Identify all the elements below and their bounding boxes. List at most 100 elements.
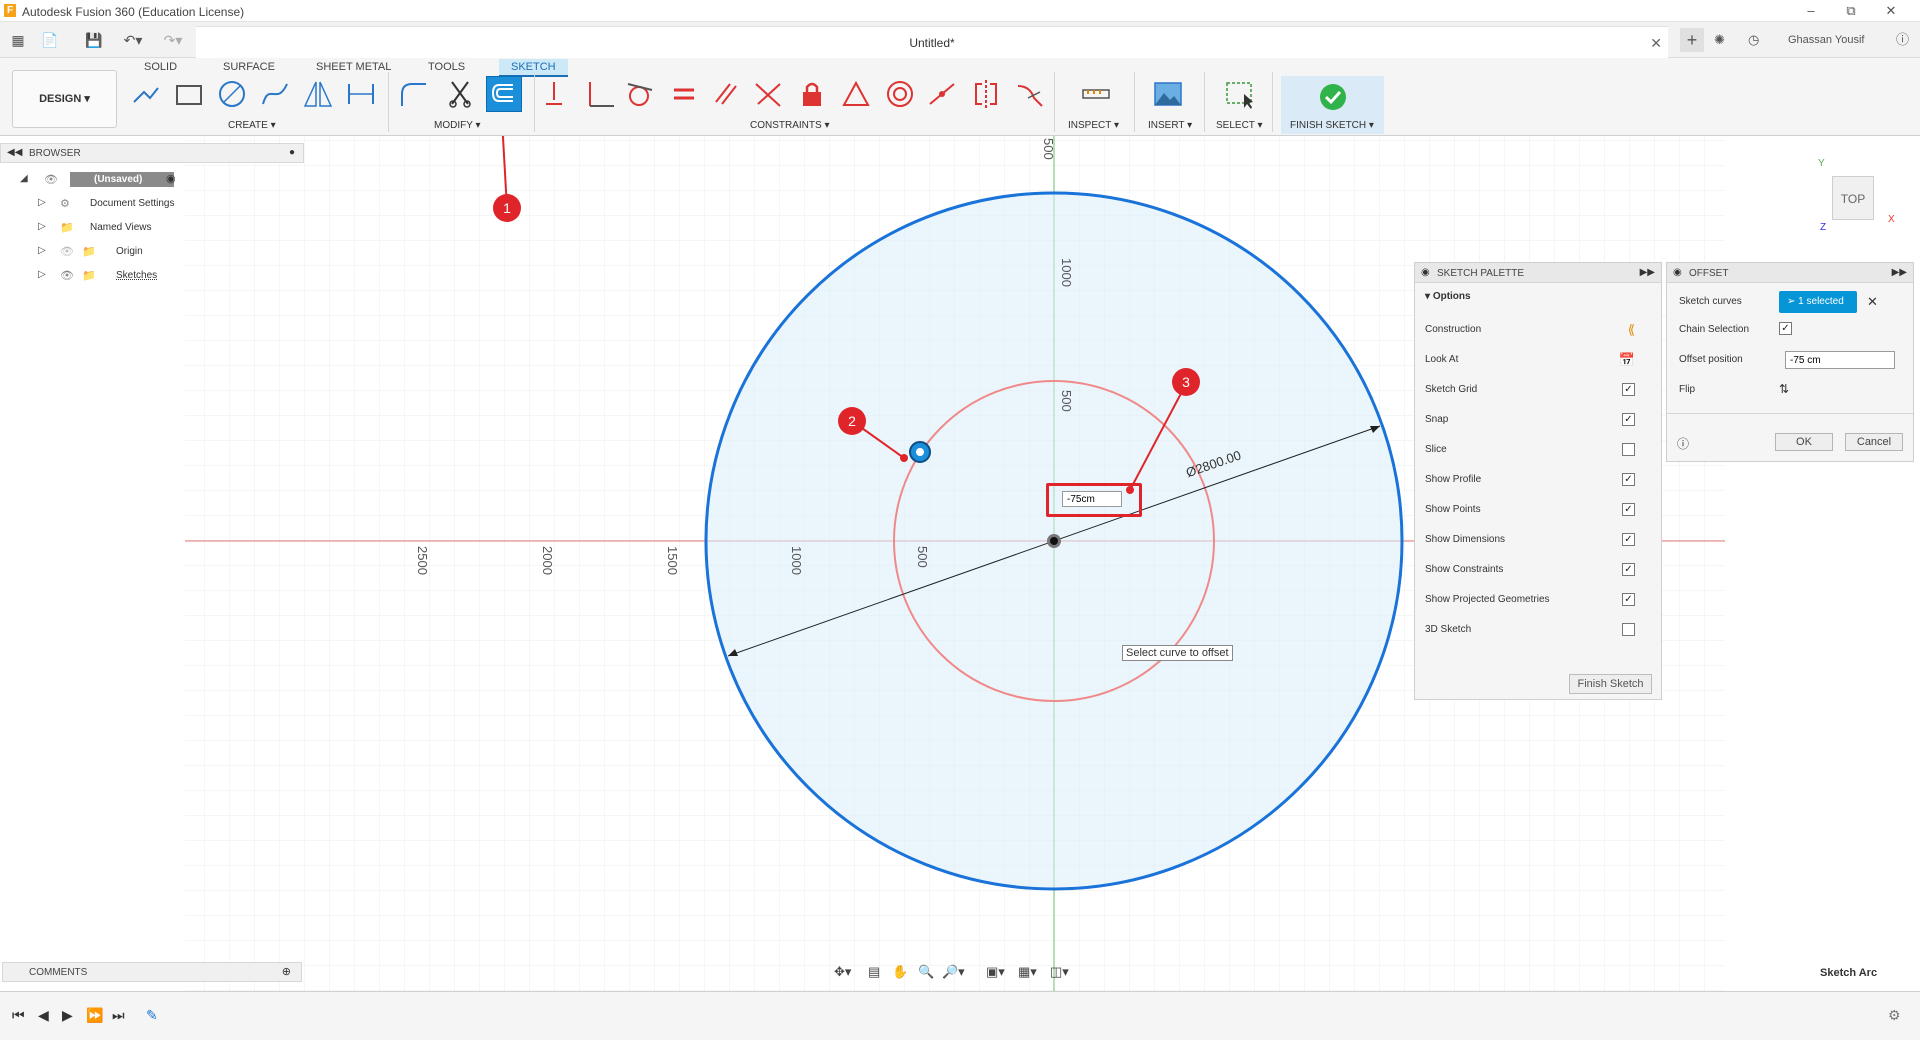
browser-item-origin[interactable]: ▷ 👁 📁 Origin (20, 242, 190, 262)
browser-item-named-views[interactable]: ▷ 📁 Named Views (20, 218, 190, 238)
circle-tool-icon[interactable] (216, 78, 248, 110)
slice-checkbox[interactable] (1622, 443, 1635, 456)
offset-dialog-header[interactable]: ◉ OFFSET ▶▶ (1667, 263, 1913, 283)
palette-option-show-dimensions[interactable]: Show Dimensions ✓ (1425, 531, 1653, 551)
palette-option-look-at[interactable]: Look At 📅 (1425, 351, 1653, 371)
minimize-button[interactable]: – (1796, 2, 1826, 20)
snap-checkbox[interactable]: ✓ (1622, 413, 1635, 426)
trim-tool-icon[interactable] (444, 78, 476, 110)
timeline-sketch-feature-icon[interactable]: ✎ (146, 1007, 158, 1024)
palette-option-show-profile[interactable]: Show Profile ✓ (1425, 471, 1653, 491)
comments-panel[interactable]: COMMENTS ⊕ (2, 962, 302, 982)
document-tab[interactable]: Untitled* ✕ (196, 26, 1668, 58)
browser-root[interactable]: ◢ 👁 (Unsaved) ◉ (20, 170, 290, 190)
sketch-grid-checkbox[interactable]: ✓ (1622, 383, 1635, 396)
hidden-eye-icon[interactable]: 👁 (60, 245, 74, 258)
fix-constraint-icon[interactable] (796, 78, 828, 110)
show-points-checkbox[interactable]: ✓ (1622, 503, 1635, 516)
visibility-eye-icon[interactable]: 👁 (44, 173, 58, 186)
insert-image-icon[interactable] (1152, 78, 1184, 110)
mirror-tool-icon[interactable] (302, 78, 334, 110)
flip-icon[interactable]: ⇅ (1779, 382, 1789, 396)
collapse-browser-icon[interactable]: ◀◀ (7, 147, 22, 158)
palette-expand-icon[interactable]: ▶▶ (1640, 267, 1655, 278)
display-settings-icon[interactable]: ▣▾ (986, 964, 1005, 980)
orbit-icon[interactable]: ✥▾ (834, 964, 851, 980)
dialog-pin-icon[interactable]: ◉ (1673, 267, 1682, 278)
palette-pin-icon[interactable]: ◉ (1421, 267, 1430, 278)
viewports-icon[interactable]: ◫▾ (1050, 964, 1069, 980)
dimension-tool-icon[interactable] (345, 78, 377, 110)
construction-icon[interactable]: ⟪ (1628, 322, 1635, 338)
sketch-curves-selection-button[interactable]: ➢ 1 selected (1779, 291, 1857, 313)
palette-option-show-points[interactable]: Show Points ✓ (1425, 501, 1653, 521)
equal-constraint-icon[interactable] (668, 78, 700, 110)
clear-selection-icon[interactable]: ✕ (1867, 294, 1878, 310)
constraints-group-label[interactable]: CONSTRAINTS ▾ (750, 120, 829, 131)
play-icon[interactable]: ▶ (62, 1007, 73, 1024)
browser-item-sketches[interactable]: ▷ 👁 📁 Sketches (20, 266, 190, 286)
root-component-label[interactable]: (Unsaved) (70, 172, 174, 187)
expand-icon[interactable]: ▷ (38, 245, 46, 256)
concentric-constraint-icon[interactable] (884, 78, 916, 110)
step-back-icon[interactable]: ◀ (38, 1007, 49, 1024)
expand-icon[interactable]: ▷ (38, 221, 46, 232)
restore-button[interactable]: ⧉ (1836, 2, 1866, 20)
perpendicular-cross-icon[interactable] (752, 78, 784, 110)
rectangle-tool-icon[interactable] (173, 78, 205, 110)
go-to-start-icon[interactable]: ⏮ (12, 1007, 25, 1024)
sketch-palette-header[interactable]: ◉ SKETCH PALETTE ▶▶ (1415, 263, 1661, 283)
visibility-eye-icon[interactable]: 👁 (60, 269, 74, 282)
browser-item-document-settings[interactable]: ▷ ⚙ Document Settings (20, 194, 190, 214)
tangent-constraint-icon[interactable] (624, 78, 656, 110)
palette-option-snap[interactable]: Snap ✓ (1425, 411, 1653, 431)
spline-tool-icon[interactable] (259, 78, 291, 110)
options-section-header[interactable]: ▾ Options (1425, 291, 1653, 311)
collinear-constraint-icon[interactable] (926, 78, 958, 110)
show-constraints-checkbox[interactable]: ✓ (1622, 563, 1635, 576)
grid-settings-icon[interactable]: ▦▾ (1018, 964, 1037, 980)
expand-icon[interactable]: ▷ (38, 197, 46, 208)
palette-option-slice[interactable]: Slice (1425, 441, 1653, 461)
offset-tool-icon[interactable] (486, 76, 522, 112)
viewcube-top-face[interactable]: TOP (1832, 176, 1874, 220)
dialog-expand-icon[interactable]: ▶▶ (1892, 267, 1907, 278)
palette-option-sketch-grid[interactable]: Sketch Grid ✓ (1425, 381, 1653, 401)
show-projected-geometries-checkbox[interactable]: ✓ (1622, 593, 1635, 606)
parallel-constraint-icon[interactable] (710, 78, 742, 110)
add-comment-icon[interactable]: ⊕ (282, 965, 291, 978)
zoom-icon[interactable]: 🔍 (918, 964, 934, 980)
line-tool-icon[interactable] (130, 78, 162, 110)
finish-sketch-label[interactable]: FINISH SKETCH ▾ (1290, 120, 1374, 131)
file-menu-icon[interactable]: 📄▾ (38, 28, 62, 72)
symmetry-constraint-icon[interactable] (970, 78, 1002, 110)
undo-icon[interactable]: ↶▾ (118, 28, 148, 52)
select-window-icon[interactable] (1224, 78, 1256, 110)
activate-component-icon[interactable]: ◉ (166, 172, 176, 185)
offset-value-input[interactable] (1062, 491, 1122, 507)
redo-icon[interactable]: ↷▾ (158, 28, 188, 52)
offset-position-input[interactable] (1785, 351, 1895, 369)
help-icon[interactable]: ⓘ (1896, 28, 1909, 52)
user-name[interactable]: Ghassan Yousif (1788, 28, 1864, 52)
job-status-icon[interactable]: ◷ (1748, 28, 1759, 52)
fillet-tool-icon[interactable] (398, 78, 430, 110)
close-tab-icon[interactable]: ✕ (1650, 35, 1662, 52)
chain-selection-checkbox[interactable]: ✓ (1779, 322, 1792, 335)
workspace-switcher[interactable]: DESIGN ▾ (12, 70, 117, 128)
save-icon[interactable]: 💾 (84, 28, 104, 52)
create-group-label[interactable]: CREATE ▾ (228, 120, 276, 131)
show-profile-checkbox[interactable]: ✓ (1622, 473, 1635, 486)
palette-option-show-projected-geometries[interactable]: Show Projected Geometries ✓ (1425, 591, 1653, 611)
select-group-label[interactable]: SELECT ▾ (1216, 120, 1263, 131)
palette-option-3d-sketch[interactable]: 3D Sketch (1425, 621, 1653, 641)
tab-surface[interactable]: SURFACE (223, 61, 275, 73)
go-to-end-icon[interactable]: ⏭ (112, 1007, 125, 1024)
step-forward-icon[interactable]: ⏩ (86, 1007, 103, 1024)
new-tab-icon[interactable]: + (1680, 28, 1704, 52)
insert-group-label[interactable]: INSERT ▾ (1148, 120, 1192, 131)
palette-option-show-constraints[interactable]: Show Constraints ✓ (1425, 561, 1653, 581)
tab-solid[interactable]: SOLID (144, 61, 177, 73)
browser-pin-icon[interactable]: ● (289, 147, 295, 158)
perpendicular-constraint-icon[interactable] (584, 78, 616, 110)
